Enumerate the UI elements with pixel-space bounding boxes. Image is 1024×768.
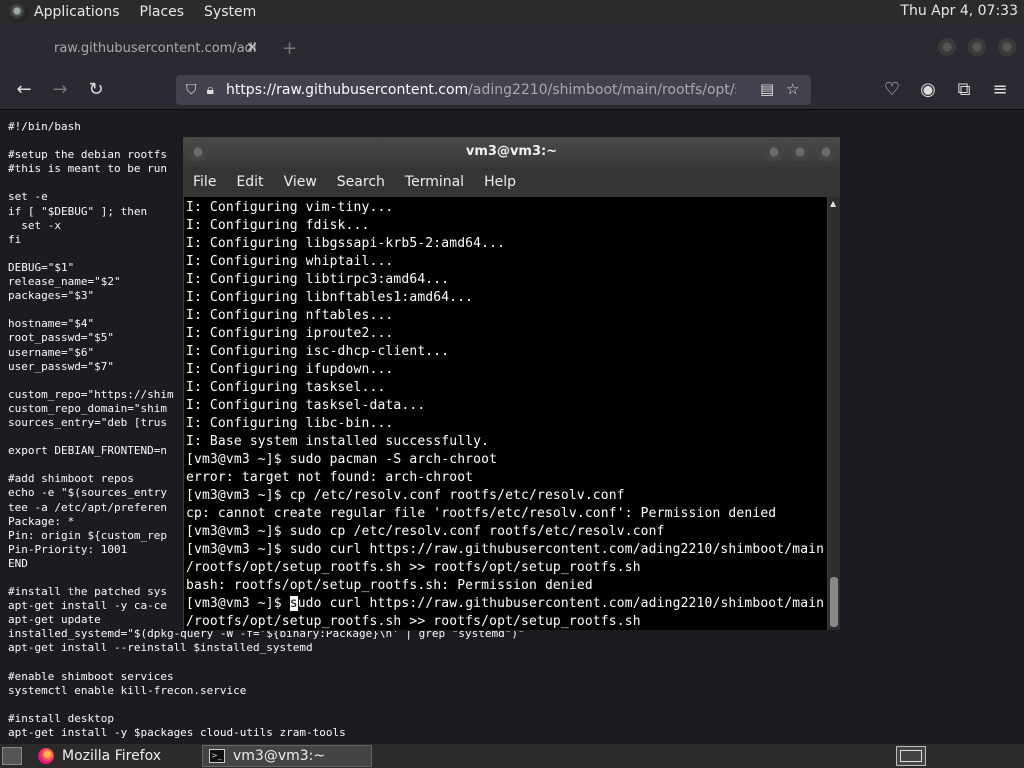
terminal-line: I: Configuring isc-dhcp-client...	[186, 344, 450, 359]
clock[interactable]: Thu Apr 4, 07:33	[900, 3, 1018, 19]
terminal-menu-terminal[interactable]: Terminal	[405, 174, 464, 190]
taskbar-firefox[interactable]: Mozilla Firefox	[32, 745, 200, 767]
reader-view-icon[interactable]: ▤	[760, 80, 774, 98]
bottom-taskbar: Mozilla Firefox >_ vm3@vm3:~	[0, 744, 1024, 768]
terminal-screen[interactable]: I: Configuring vim-tiny... I: Configurin…	[184, 197, 827, 630]
taskbar-terminal-label: vm3@vm3:~	[233, 748, 326, 764]
extensions-icon[interactable]: ⧉	[952, 78, 976, 102]
terminal-menu-view[interactable]: View	[284, 174, 317, 190]
tab-close-icon[interactable]: ✕	[246, 40, 258, 56]
reload-icon[interactable]: ↻	[84, 78, 108, 102]
terminal-line: I: Configuring whiptail...	[186, 254, 394, 269]
terminal-scrollbar[interactable]: ▲	[828, 197, 840, 630]
tracking-shield-icon[interactable]: ⛉	[186, 82, 197, 98]
top-panel: Applications Places System Thu Apr 4, 07…	[0, 0, 1024, 24]
firefox-icon	[38, 748, 54, 764]
terminal-icon: >_	[209, 749, 225, 763]
terminal-line: I: Configuring libc-bin...	[186, 416, 394, 431]
terminal-line: I: Configuring tasksel...	[186, 380, 386, 395]
terminal-line: I: Configuring nftables...	[186, 308, 394, 323]
terminal-menu-bar: File Edit View Search Terminal Help	[183, 167, 840, 197]
bookmark-star-icon[interactable]: ☆	[786, 80, 799, 98]
terminal-menu-button[interactable]	[189, 143, 207, 161]
terminal-line: I: Configuring tasksel-data...	[186, 398, 426, 413]
workspace-window-thumbnail	[900, 750, 922, 762]
show-desktop-icon[interactable]	[2, 747, 22, 765]
terminal-line: I: Configuring iproute2...	[186, 326, 394, 341]
scrollbar-thumb[interactable]	[830, 577, 838, 627]
back-icon[interactable]: ←	[12, 78, 36, 102]
minimize-button[interactable]	[938, 38, 956, 56]
terminal-line: error: target not found: arch-chroot	[186, 470, 474, 485]
terminal-current-command-cont: /rootfs/opt/setup_rootfs.sh >> rootfs/op…	[186, 614, 641, 629]
lock-icon[interactable]: 🔒︎	[207, 82, 214, 98]
new-tab-icon[interactable]: +	[282, 38, 297, 59]
tab-title: raw.githubusercontent.com/adi	[54, 40, 257, 56]
terminal-menu-help[interactable]: Help	[484, 174, 516, 190]
terminal-line: [vm3@vm3 ~]$ sudo pacman -S arch-chroot	[186, 452, 498, 467]
terminal-line: I: Configuring libgssapi-krb5-2:amd64...	[186, 236, 506, 251]
terminal-line: I: Configuring libtirpc3:amd64...	[186, 272, 450, 287]
menu-places[interactable]: Places	[140, 4, 185, 20]
terminal-line: I: Configuring libnftables1:amd64...	[186, 290, 474, 305]
distro-logo-icon[interactable]	[8, 2, 28, 22]
terminal-minimize-button[interactable]	[765, 143, 783, 161]
terminal-output[interactable]: I: Configuring vim-tiny... I: Configurin…	[184, 197, 827, 630]
terminal-title[interactable]: vm3@vm3:~	[183, 137, 840, 167]
terminal-line: I: Configuring ifupdown...	[186, 362, 394, 377]
account-icon[interactable]: ◉	[916, 78, 940, 102]
terminal-current-command: udo curl https://raw.githubusercontent.c…	[297, 596, 825, 611]
browser-tab[interactable]: raw.githubusercontent.com/adi ✕	[40, 34, 268, 62]
forward-icon[interactable]: →	[48, 78, 72, 102]
firefox-tab-bar: raw.githubusercontent.com/adi ✕ +	[0, 24, 1024, 70]
workspace-switcher[interactable]	[896, 746, 926, 766]
terminal-line: I: Base system installed successfully.	[186, 434, 490, 449]
terminal-menu-edit[interactable]: Edit	[236, 174, 263, 190]
terminal-menu-file[interactable]: File	[193, 174, 216, 190]
maximize-button[interactable]	[968, 38, 986, 56]
terminal-line: I: Configuring fdisk...	[186, 218, 370, 233]
terminal-window[interactable]: vm3@vm3:~ File Edit View Search Terminal…	[182, 136, 841, 631]
terminal-line: bash: rootfs/opt/setup_rootfs.sh: Permis…	[186, 578, 593, 593]
close-button[interactable]	[998, 38, 1016, 56]
terminal-close-button[interactable]	[817, 143, 835, 161]
terminal-menu-search[interactable]: Search	[337, 174, 385, 190]
terminal-line: [vm3@vm3 ~]$ sudo curl https://raw.githu…	[186, 542, 825, 557]
firefox-nav-bar: ← → ↻ ⛉ 🔒︎ https://raw.githubusercontent…	[0, 70, 1024, 110]
terminal-cursor: s	[289, 596, 298, 611]
terminal-prompt: [vm3@vm3 ~]$	[186, 596, 290, 611]
pocket-icon[interactable]: ♡	[880, 78, 904, 102]
terminal-line: [vm3@vm3 ~]$ cp /etc/resolv.conf rootfs/…	[186, 488, 625, 503]
url-bar[interactable]: ⛉ 🔒︎ https://raw.githubusercontent.com/a…	[176, 75, 811, 105]
taskbar-firefox-label: Mozilla Firefox	[62, 748, 162, 764]
app-menu-icon[interactable]: ≡	[988, 78, 1012, 102]
terminal-line: I: Configuring vim-tiny...	[186, 200, 394, 215]
terminal-line: cp: cannot create regular file 'rootfs/e…	[186, 506, 777, 521]
menu-applications[interactable]: Applications	[34, 4, 120, 20]
scroll-up-arrow-icon[interactable]: ▲	[830, 199, 836, 208]
terminal-maximize-button[interactable]	[791, 143, 809, 161]
taskbar-terminal[interactable]: >_ vm3@vm3:~	[202, 745, 372, 767]
terminal-line: /rootfs/opt/setup_rootfs.sh >> rootfs/op…	[186, 560, 641, 575]
menu-system[interactable]: System	[204, 4, 256, 20]
url-text[interactable]: https://raw.githubusercontent.com/ading2…	[226, 82, 736, 98]
terminal-line: [vm3@vm3 ~]$ sudo cp /etc/resolv.conf ro…	[186, 524, 665, 539]
